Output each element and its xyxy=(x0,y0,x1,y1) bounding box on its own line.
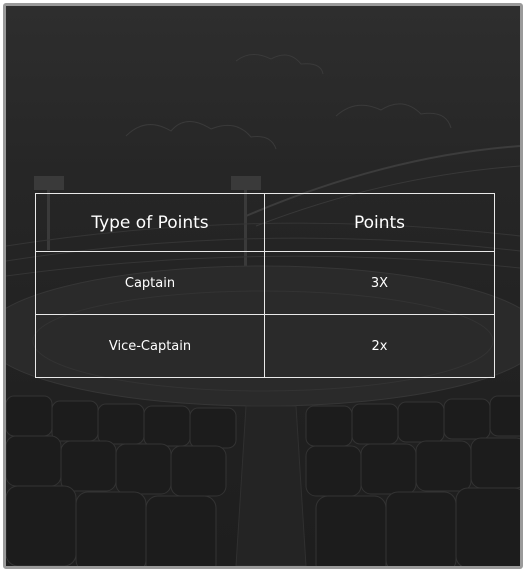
table-row: Captain 3X xyxy=(35,251,495,315)
table-cell-points: 3X xyxy=(264,251,495,315)
table-row: Vice-Captain 2x xyxy=(35,314,495,378)
table-cell-points: 2x xyxy=(264,314,495,378)
table-cell-type: Captain xyxy=(35,251,265,315)
column-header-type-of-points: Type of Points xyxy=(35,193,265,252)
column-header-points: Points xyxy=(264,193,495,252)
table-header-row: Type of Points Points xyxy=(35,193,495,252)
points-table: Type of Points Points Captain 3X Vice-Ca… xyxy=(35,193,495,378)
table-cell-type: Vice-Captain xyxy=(35,314,265,378)
points-card: Type of Points Points Captain 3X Vice-Ca… xyxy=(3,3,523,569)
